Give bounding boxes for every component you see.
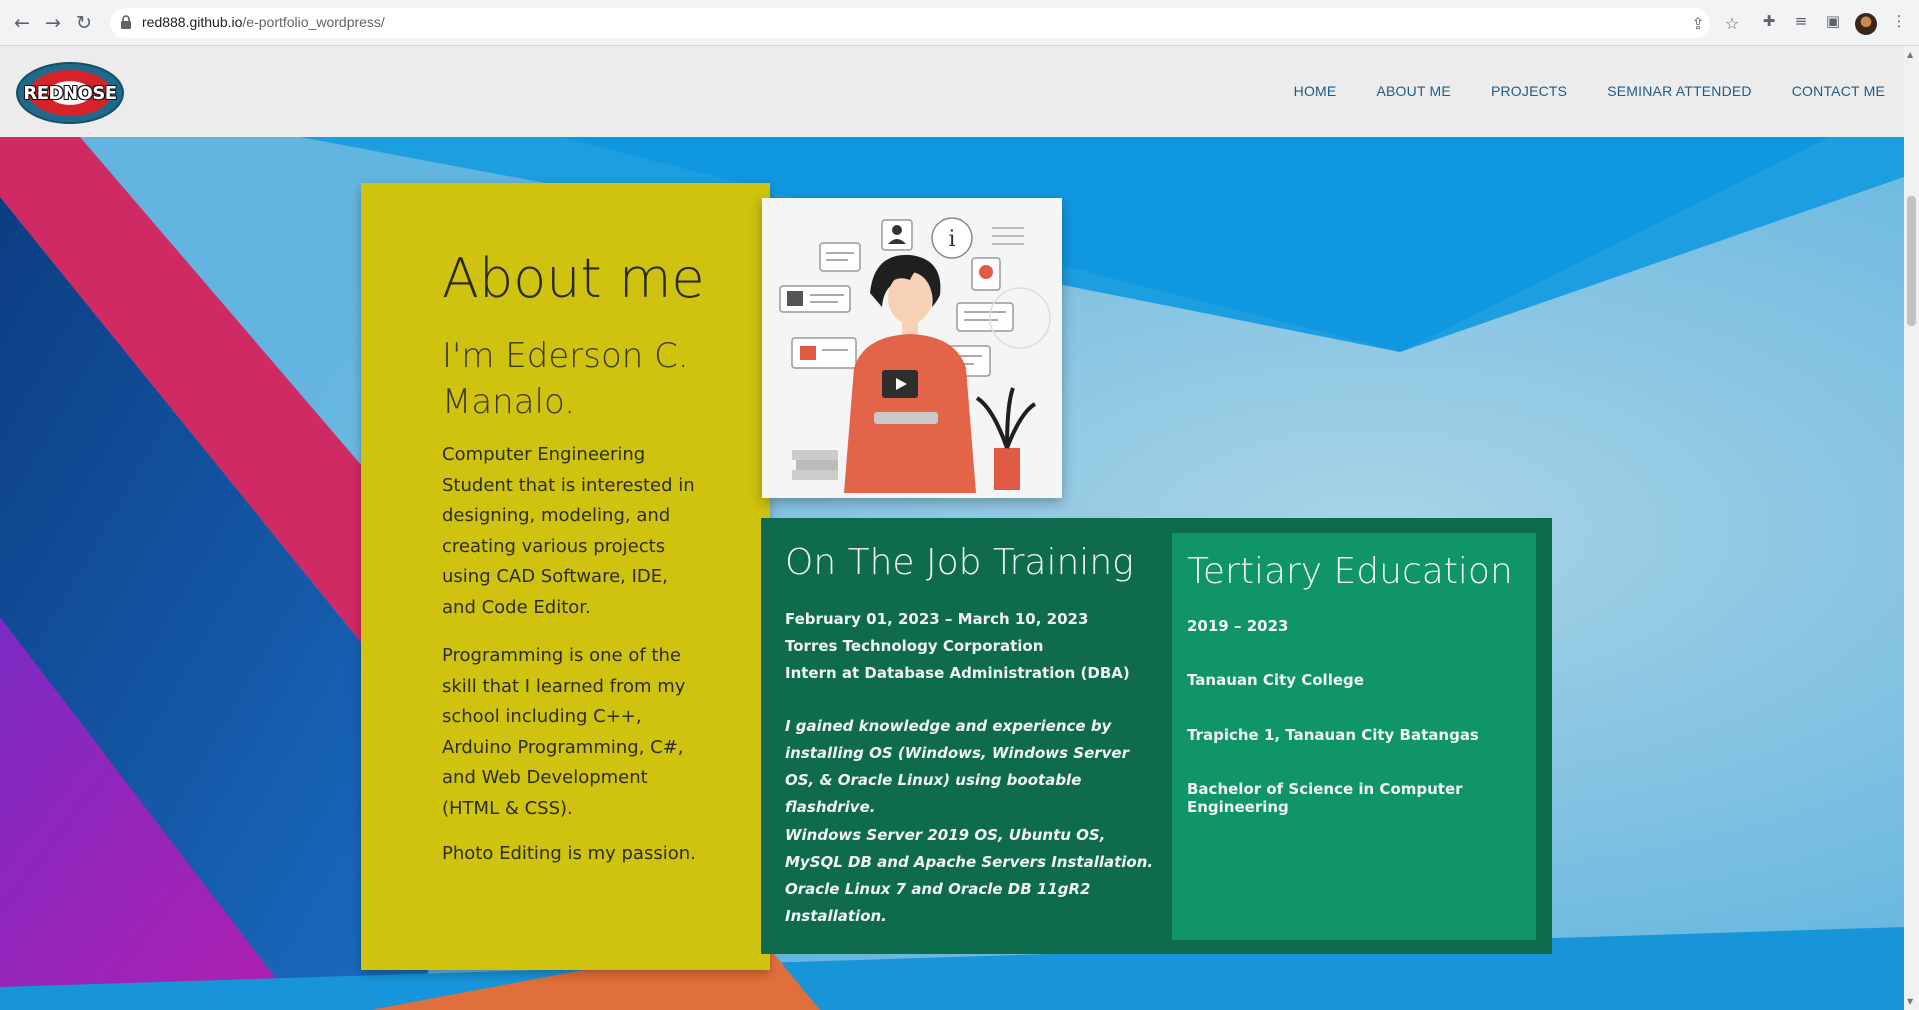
profile-avatar[interactable] — [1855, 13, 1877, 35]
share-icon[interactable]: ⇪ — [1688, 14, 1708, 33]
scroll-thumb[interactable] — [1907, 196, 1916, 326]
puzzle-icon[interactable]: ✚ — [1758, 12, 1780, 30]
browser-toolbar: ← → ↻ red888.github.io/e-portfolio_wordp… — [0, 0, 1919, 46]
nav-about-me[interactable]: ABOUT ME — [1376, 83, 1450, 99]
ojt-description-3: Oracle Linux 7 and Oracle DB 11gR2 Insta… — [785, 880, 1091, 925]
experience-panel: On The Job Training February 01, 2023 – … — [761, 518, 1552, 954]
reading-list-icon[interactable]: ≡ — [1790, 12, 1812, 30]
scroll-down-arrow-icon[interactable]: ▼ — [1907, 997, 1913, 1006]
kebab-menu-icon[interactable]: ⋮ — [1888, 12, 1910, 30]
about-illustration: i — [762, 198, 1062, 498]
education-years: 2019 – 2023 — [1187, 617, 1289, 635]
education-card: Tertiary Education 2019 – 2023 Tanauan C… — [1172, 533, 1536, 940]
reload-icon[interactable]: ↻ — [72, 11, 96, 35]
about-name: I'm Ederson C. Manalo. — [442, 336, 689, 422]
star-icon[interactable]: ☆ — [1722, 14, 1742, 33]
url-text[interactable]: red888.github.io/e-portfolio_wordpress/ — [142, 14, 385, 30]
ojt-dates: February 01, 2023 – March 10, 2023 — [785, 610, 1089, 628]
site-logo[interactable]: REDNOSE — [16, 62, 124, 124]
about-paragraph-1: Computer Engineering Student that is int… — [442, 444, 695, 618]
main-nav: HOME ABOUT ME PROJECTS SEMINAR ATTENDED … — [1254, 83, 1885, 99]
nav-contact-me[interactable]: CONTACT ME — [1792, 83, 1885, 99]
ojt-company: Torres Technology Corporation — [785, 637, 1044, 655]
site-header: REDNOSE HOME ABOUT ME PROJECTS SEMINAR A… — [0, 46, 1904, 137]
address-bar[interactable]: red888.github.io/e-portfolio_wordpress/ … — [110, 8, 1739, 38]
education-title: Tertiary Education — [1187, 551, 1513, 592]
forward-arrow-icon[interactable]: → — [41, 11, 65, 35]
ojt-title: On The Job Training — [785, 542, 1134, 583]
nav-projects[interactable]: PROJECTS — [1491, 83, 1567, 99]
about-title: About me — [442, 247, 705, 310]
side-panel-icon[interactable]: ▣ — [1822, 12, 1844, 30]
scroll-up-arrow-icon[interactable]: ▲ — [1907, 50, 1913, 59]
nav-home[interactable]: HOME — [1294, 83, 1337, 99]
ojt-description-1: I gained knowledge and experience by ins… — [785, 717, 1129, 816]
page-scrollbar[interactable]: ▲ ▼ — [1904, 46, 1919, 1010]
education-degree: Bachelor of Science in Computer Engineer… — [1187, 780, 1463, 816]
education-school: Tanauan City College — [1187, 671, 1364, 689]
nav-seminar-attended[interactable]: SEMINAR ATTENDED — [1607, 83, 1752, 99]
lock-icon — [120, 15, 134, 31]
person-illustration-icon: i — [762, 198, 1062, 498]
education-address: Trapiche 1, Tanauan City Batangas — [1187, 726, 1479, 744]
about-paragraph-3: Photo Editing is my passion. — [442, 843, 696, 864]
about-paragraph-2: Programming is one of the skill that I l… — [442, 645, 686, 819]
svg-text:i: i — [948, 227, 955, 252]
back-arrow-icon[interactable]: ← — [10, 11, 34, 35]
logo-text: REDNOSE — [23, 83, 117, 104]
ojt-role: Intern at Database Administration (DBA) — [785, 664, 1130, 682]
about-card: About me I'm Ederson C. Manalo. Computer… — [361, 183, 770, 970]
ojt-description-2: Windows Server 2019 OS, Ubuntu OS, MySQL… — [785, 826, 1154, 871]
